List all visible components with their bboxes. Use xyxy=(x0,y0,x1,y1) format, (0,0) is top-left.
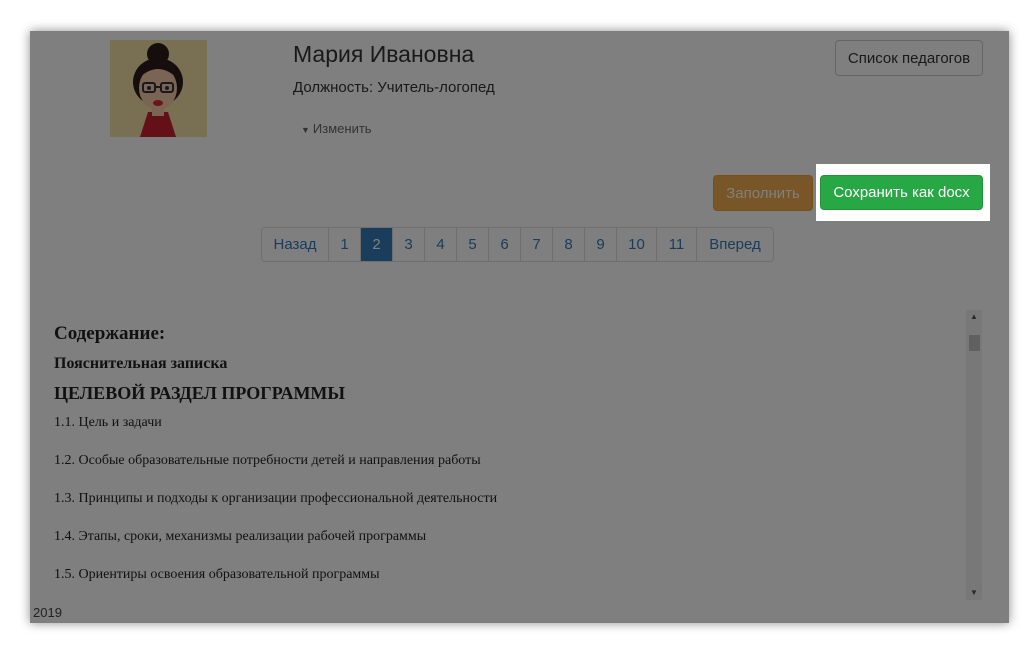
pagination-page-7[interactable]: 7 xyxy=(521,228,553,261)
pagination-prev[interactable]: Назад xyxy=(262,228,329,261)
pagination-page-3[interactable]: 3 xyxy=(393,228,425,261)
pagination-page-11[interactable]: 11 xyxy=(657,228,697,261)
contents-item: 1.1. Цель и задачи xyxy=(54,415,162,430)
document-preview: Содержание: Пояснительная записка ЦЕЛЕВО… xyxy=(48,310,966,600)
contents-item: 1.4. Этапы, сроки, механизмы реализации … xyxy=(54,529,427,544)
explanatory-note-heading: Пояснительная записка xyxy=(54,355,228,372)
contents-item: 1.5. Ориентиры освоения образовательной … xyxy=(54,567,380,582)
pagination-page-8[interactable]: 8 xyxy=(553,228,585,261)
scrollbar-thumb[interactable] xyxy=(969,335,980,351)
change-link[interactable]: ▼ Изменить xyxy=(301,121,372,136)
pagination-page-2-active[interactable]: 2 xyxy=(361,228,393,261)
pagination: Назад 1 2 3 4 5 6 7 8 9 10 11 Вперед xyxy=(261,227,774,262)
pagination-page-6[interactable]: 6 xyxy=(489,228,521,261)
pagination-page-9[interactable]: 9 xyxy=(585,228,617,261)
contents-item: 1.2. Особые образовательные потребности … xyxy=(54,453,481,468)
save-docx-button[interactable]: Сохранить как docx xyxy=(820,175,983,210)
teacher-position: Должность: Учитель-логопед xyxy=(293,79,495,96)
pagination-page-10[interactable]: 10 xyxy=(617,228,657,261)
document-scrollbar[interactable]: ▲ ▼ xyxy=(966,310,982,600)
pagination-page-5[interactable]: 5 xyxy=(457,228,489,261)
avatar-illustration xyxy=(110,40,207,137)
target-section-heading: ЦЕЛЕВОЙ РАЗДЕЛ ПРОГРАММЫ xyxy=(54,383,346,403)
change-label: Изменить xyxy=(312,121,372,136)
pagination-next[interactable]: Вперед xyxy=(697,228,773,261)
teacher-name: Мария Ивановна xyxy=(293,41,475,67)
save-docx-highlight: Сохранить как docx xyxy=(816,164,990,221)
app-window: Мария Ивановна Должность: Учитель-логопе… xyxy=(30,31,1009,623)
footer-year: 2019 xyxy=(33,605,62,620)
pagination-page-1[interactable]: 1 xyxy=(329,228,361,261)
scroll-up-arrow-icon[interactable]: ▲ xyxy=(966,310,982,324)
teachers-list-button[interactable]: Список педагогов xyxy=(835,40,983,76)
caret-down-icon: ▼ xyxy=(301,125,310,135)
contents-heading: Содержание: xyxy=(54,323,166,344)
avatar xyxy=(110,40,207,137)
pagination-page-4[interactable]: 4 xyxy=(425,228,457,261)
fill-button[interactable]: Заполнить xyxy=(713,175,813,211)
contents-item: 1.3. Принципы и подходы к организации пр… xyxy=(54,491,498,506)
scroll-down-arrow-icon[interactable]: ▼ xyxy=(966,586,982,600)
